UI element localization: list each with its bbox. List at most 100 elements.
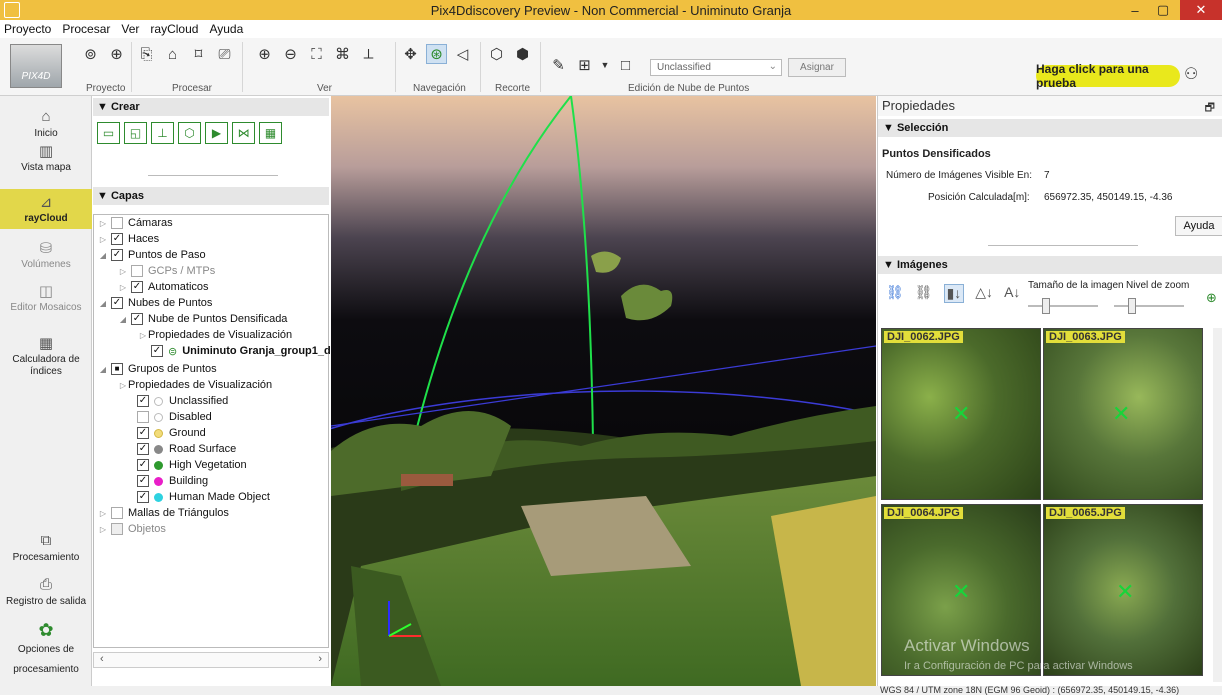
layer-nube-densificada[interactable]: ◢ ✓ Nube de Puntos Densificada — [118, 311, 287, 327]
open-project-icon[interactable]: ⊚ — [80, 44, 101, 64]
checkbox[interactable]: ✓ — [111, 233, 123, 245]
dropdown-arrow-icon[interactable]: ▼ — [600, 55, 610, 75]
axes-icon[interactable]: ⟂ — [358, 44, 379, 64]
scroll-left-icon[interactable]: ‹ — [100, 653, 104, 665]
checkbox[interactable]: ✓ — [137, 491, 149, 503]
nav-registro[interactable]: ⎙ Registro de salida — [0, 576, 92, 608]
slider-thumb[interactable] — [1042, 298, 1050, 314]
menu-proyecto[interactable]: Proyecto — [4, 22, 51, 36]
layer-uniminuto-granja[interactable]: ✓ ⊜ Uniminuto Granja_group1_d — [148, 343, 331, 359]
checkbox[interactable] — [111, 523, 123, 535]
ayuda-button[interactable]: Ayuda — [1175, 216, 1222, 236]
image-size-slider[interactable] — [1028, 298, 1098, 314]
first-person-nav-icon[interactable]: ⊛ — [426, 44, 447, 64]
expand-arrow-icon[interactable]: ▷ — [118, 267, 128, 276]
scroll-right-icon[interactable]: › — [318, 653, 322, 665]
checkbox[interactable] — [111, 217, 123, 229]
close-button[interactable]: ✕ — [1180, 0, 1222, 20]
layer-automaticos[interactable]: ▷ ✓ Automaticos — [118, 279, 209, 295]
unlink-icon[interactable]: ⛓ — [915, 284, 933, 303]
checkbox[interactable]: ✓ — [137, 475, 149, 487]
measure-tool-icon[interactable]: ⋈ — [232, 122, 255, 144]
expand-arrow-icon[interactable]: ▷ — [98, 235, 108, 244]
collapse-arrow-icon[interactable]: ◢ — [98, 251, 108, 260]
image-thumbnail[interactable]: DJI_0062.JPG ✕ — [881, 328, 1041, 500]
process-step2-icon[interactable]: ⌂ — [162, 44, 183, 64]
menu-procesar[interactable]: Procesar — [62, 22, 110, 36]
checkbox[interactable]: ✓ — [111, 297, 123, 309]
expand-arrow-icon[interactable]: ▷ — [118, 283, 128, 292]
checkbox[interactable]: ✓ — [137, 443, 149, 455]
nav-vista-mapa[interactable]: ▥ Vista mapa — [0, 142, 92, 174]
image-thumbnail[interactable]: DJI_0065.JPG ✕ — [1043, 504, 1203, 676]
checkbox[interactable]: ■ — [111, 363, 123, 375]
nav-opciones[interactable]: ✿ Opciones de procesamiento — [0, 620, 92, 680]
process-step3-icon[interactable]: ⌑ — [188, 44, 209, 64]
layer-mallas[interactable]: ▷ Mallas de Triángulos — [98, 505, 229, 521]
zoom-out-icon[interactable]: ⊖ — [280, 44, 301, 64]
layer-nubes-de-puntos[interactable]: ◢ ✓ Nubes de Puntos — [98, 295, 212, 311]
seleccion-header[interactable]: ▼ Selección — [878, 119, 1222, 137]
3d-viewport[interactable] — [331, 96, 876, 686]
layer-gcps[interactable]: ▷ GCPs / MTPs — [118, 263, 215, 279]
add-selection-icon[interactable]: ⊞ — [574, 55, 595, 75]
zoom-in-icon[interactable]: ⊕ — [1206, 290, 1217, 306]
trackball-nav-icon[interactable]: ✥ — [400, 44, 421, 64]
nav-calculadora[interactable]: ▦ Calculadora de índices — [0, 334, 92, 378]
nav-procesamiento[interactable]: ⧉ Procesamiento — [0, 532, 92, 564]
zoom-level-slider[interactable] — [1114, 298, 1184, 314]
group-ground[interactable]: ✓ Ground — [134, 425, 206, 441]
imagenes-header[interactable]: ▼ Imágenes — [878, 256, 1222, 274]
target-icon[interactable]: ⊕ — [106, 44, 127, 64]
splitter[interactable] — [148, 175, 278, 176]
sort-bars-icon[interactable]: ▮↓ — [943, 284, 965, 303]
sort-az-icon[interactable]: A↓ — [1004, 284, 1020, 303]
group-unclassified[interactable]: ✓ Unclassified — [134, 393, 228, 409]
splitter[interactable] — [988, 245, 1138, 246]
maximize-button[interactable]: ▢ — [1150, 0, 1176, 20]
checkbox[interactable]: ✓ — [131, 281, 143, 293]
grid-tool-icon[interactable]: ▦ — [259, 122, 282, 144]
checkbox[interactable]: ✓ — [111, 249, 123, 261]
menu-raycloud[interactable]: rayCloud — [150, 22, 198, 36]
collapse-arrow-icon[interactable]: ◢ — [118, 315, 128, 324]
expand-arrow-icon[interactable]: ▷ — [138, 331, 148, 340]
slider-thumb[interactable] — [1128, 298, 1136, 314]
checkbox[interactable] — [111, 507, 123, 519]
menu-ver[interactable]: Ver — [121, 22, 139, 36]
horizontal-scrollbar[interactable]: ‹ › — [93, 652, 329, 668]
group-high-vegetation[interactable]: ✓ High Vegetation — [134, 457, 247, 473]
clip-edit-icon[interactable]: ⬢ — [512, 44, 533, 64]
checkbox[interactable] — [137, 411, 149, 423]
process-step1-icon[interactable]: ⎘ — [136, 44, 157, 64]
group-building[interactable]: ✓ Building — [134, 473, 208, 489]
surface-tool-icon[interactable]: ◱ — [124, 122, 147, 144]
sort-triangle-icon[interactable]: △↓ — [975, 284, 993, 303]
fly-nav-icon[interactable]: ◁ — [452, 44, 473, 64]
nav-volumenes[interactable]: ⛁ Volúmenes — [0, 239, 92, 271]
layer-grupos-de-puntos[interactable]: ◢ ■ Grupos de Puntos — [98, 361, 217, 377]
group-human-made-object[interactable]: ✓ Human Made Object — [134, 489, 270, 505]
user-icon[interactable]: ⚇ — [1184, 64, 1198, 84]
checkbox[interactable]: ✓ — [137, 427, 149, 439]
layer-propiedades-visualizacion[interactable]: ▷ Propiedades de Visualización — [138, 327, 292, 343]
class-select[interactable]: Unclassified ⌄ — [650, 59, 782, 76]
pix4d-logo[interactable]: PIX4D — [10, 44, 62, 88]
layer-haces[interactable]: ▷ ✓ Haces — [98, 231, 159, 247]
layer-puntos-de-paso[interactable]: ◢ ✓ Puntos de Paso — [98, 247, 206, 263]
layer-grupos-propiedades[interactable]: ▷ Propiedades de Visualización — [118, 377, 272, 393]
fit-view-icon[interactable]: ⛶ — [306, 44, 327, 64]
video-tool-icon[interactable]: ▶ — [205, 122, 228, 144]
try-button[interactable]: Haga click para una prueba — [1036, 62, 1180, 90]
expand-arrow-icon[interactable]: ▷ — [118, 381, 128, 390]
layer-camaras[interactable]: ▷ Cámaras — [98, 215, 173, 231]
volume-tool-icon[interactable]: ⬡ — [178, 122, 201, 144]
collapse-arrow-icon[interactable]: ◢ — [98, 299, 108, 308]
axis-tool-icon[interactable]: ⊥ — [151, 122, 174, 144]
expand-arrow-icon[interactable]: ▷ — [98, 525, 108, 534]
pin-icon[interactable]: 🗗 — [1205, 99, 1215, 118]
nav-raycloud[interactable]: ⊿ rayCloud — [0, 189, 92, 229]
minimize-button[interactable]: – — [1122, 0, 1148, 20]
group-road-surface[interactable]: ✓ Road Surface — [134, 441, 236, 457]
menu-ayuda[interactable]: Ayuda — [209, 22, 243, 36]
